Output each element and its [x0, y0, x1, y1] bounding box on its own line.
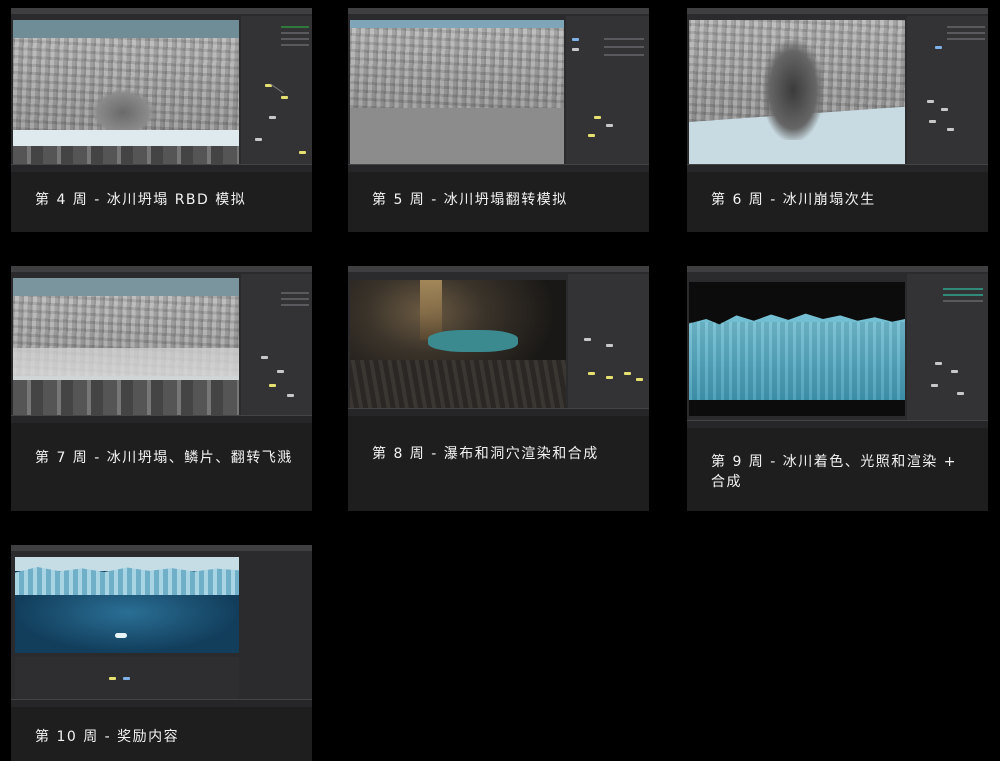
course-card-week-8[interactable]: 第 8 周 - 瀑布和洞穴渲染和合成	[348, 266, 649, 511]
screenshot-thumbnail	[11, 545, 312, 707]
course-card-week-4[interactable]: 第 4 周 - 冰川坍塌 RBD 模拟	[11, 8, 312, 232]
course-card-week-9[interactable]: 第 9 周 - 冰川着色、光照和渲染 + 合成	[687, 266, 988, 511]
course-card-week-7[interactable]: 第 7 周 - 冰川坍塌、鳞片、翻转飞溅	[11, 266, 312, 511]
card-caption: 第 8 周 - 瀑布和洞穴渲染和合成	[372, 446, 599, 462]
course-card-week-10[interactable]: 第 10 周 - 奖励内容	[11, 545, 312, 761]
course-card-week-5[interactable]: 第 5 周 - 冰川坍塌翻转模拟	[348, 8, 649, 232]
screenshot-thumbnail	[687, 8, 988, 172]
screenshot-thumbnail	[348, 266, 649, 416]
card-caption: 第 5 周 - 冰川坍塌翻转模拟	[372, 192, 568, 208]
screenshot-thumbnail	[11, 266, 312, 423]
course-card-week-6[interactable]: 第 6 周 - 冰川崩塌次生	[687, 8, 988, 232]
card-caption: 第 4 周 - 冰川坍塌 RBD 模拟	[35, 192, 247, 208]
screenshot-thumbnail	[348, 8, 649, 172]
card-caption: 第 6 周 - 冰川崩塌次生	[711, 192, 876, 208]
card-caption: 第 10 周 - 奖励内容	[35, 729, 180, 745]
screenshot-thumbnail	[11, 8, 312, 172]
card-caption: 第 7 周 - 冰川坍塌、鳞片、翻转飞溅	[35, 450, 293, 466]
card-caption: 第 9 周 - 冰川着色、光照和渲染 + 合成	[711, 454, 957, 490]
screenshot-thumbnail	[687, 266, 988, 428]
